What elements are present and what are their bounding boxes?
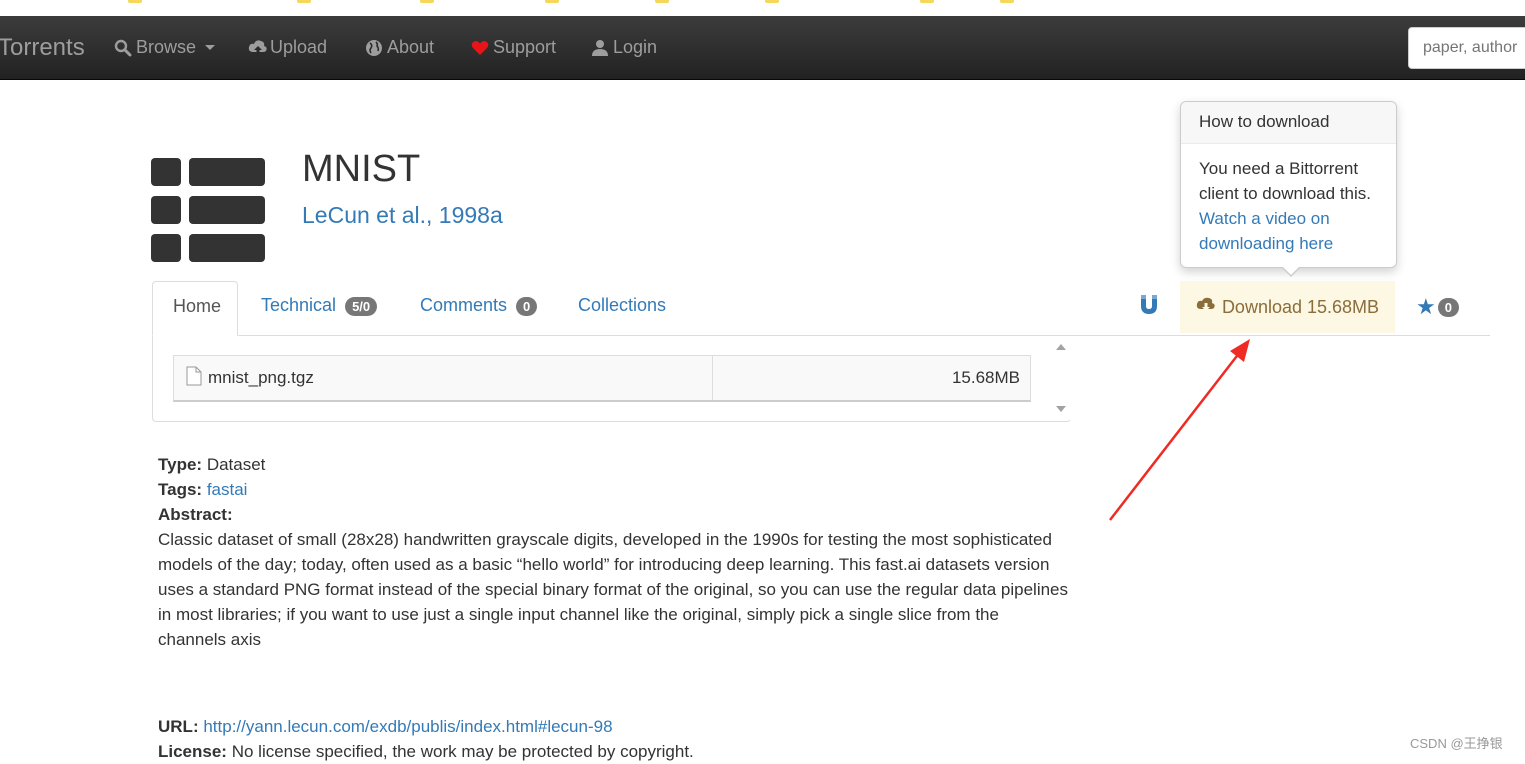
heart-icon [471, 39, 489, 57]
nav-browse[interactable]: Browse [114, 37, 216, 58]
navbar: Torrents Browse Upload About Support Log… [0, 16, 1525, 80]
bookmark-icon[interactable] [420, 0, 434, 3]
abstract-row: Abstract: [158, 502, 1068, 527]
nav-about[interactable]: About [365, 37, 434, 58]
tab-collections-label: Collections [578, 295, 667, 315]
nav-browse-label: Browse [136, 37, 197, 57]
license-value: No license specified, the work may be pr… [231, 742, 694, 761]
tab-collections[interactable]: Collections [558, 281, 686, 336]
download-popover: How to download You need a Bittorrent cl… [1180, 101, 1397, 277]
table-row[interactable]: mnist_png.tgz 15.68MB [173, 355, 1031, 402]
tags-label: Tags: [158, 480, 203, 499]
watermark: CSDN @王挣银 [1410, 736, 1503, 751]
bookmarks-strip [0, 0, 1525, 16]
bookmark-icon[interactable] [1000, 0, 1014, 3]
tab-technical-badge: 5/0 [345, 296, 378, 316]
star-icon: ★ [1416, 294, 1436, 319]
tab-comments-label: Comments [420, 295, 508, 315]
type-value: Dataset [206, 455, 266, 474]
cloud-download-icon [1196, 297, 1216, 318]
bookmark-icon[interactable] [297, 0, 311, 3]
nav-support-label: Support [493, 37, 557, 57]
license-label: License: [158, 742, 227, 761]
page-title: MNIST [302, 148, 421, 190]
bookmark-icon[interactable] [655, 0, 669, 3]
url-link[interactable]: http://yann.lecun.com/exdb/publis/index.… [203, 717, 612, 736]
tab-home[interactable]: Home [152, 281, 238, 336]
tab-comments-badge: 0 [516, 296, 538, 316]
file-name[interactable]: mnist_png.tgz [208, 368, 314, 388]
globe-icon [365, 39, 383, 57]
tag-link[interactable]: fastai [207, 480, 248, 499]
tags-row: Tags: fastai [158, 477, 1068, 502]
popover-arrow [1281, 266, 1301, 277]
nav-upload[interactable]: Upload [248, 37, 327, 58]
magnet-icon[interactable] [1139, 294, 1159, 316]
popover-title: How to download [1181, 102, 1396, 144]
bookmark-icon[interactable] [128, 0, 142, 3]
download-button-label: Download 15.68MB [1221, 296, 1380, 317]
user-icon [591, 39, 609, 57]
scroll-up-icon[interactable] [1056, 344, 1066, 350]
nav-support[interactable]: Support [471, 37, 556, 58]
search-icon [114, 39, 132, 57]
chevron-down-icon [205, 45, 216, 50]
file-icon [186, 366, 202, 391]
file-size: 15.68MB [951, 368, 1020, 387]
abstract-label: Abstract: [158, 505, 233, 524]
popover-text: You need a Bittorrent client to download… [1199, 159, 1371, 203]
tab-home-label: Home [173, 296, 222, 316]
url-row: URL: http://yann.lecun.com/exdb/publis/i… [158, 714, 613, 739]
tab-technical[interactable]: Technical 5/0 [241, 281, 397, 336]
file-list-panel: mnist_png.tgz 15.68MB [152, 336, 1071, 422]
download-button[interactable]: Download 15.68MB [1180, 281, 1395, 333]
bookmark-icon[interactable] [545, 0, 559, 3]
search-input[interactable] [1408, 27, 1525, 69]
author-link[interactable]: LeCun et al., 1998a [302, 202, 503, 229]
nav-login[interactable]: Login [591, 37, 657, 58]
nav-upload-label: Upload [270, 37, 328, 57]
bookmark-icon[interactable] [765, 0, 779, 3]
nav-about-label: About [387, 37, 435, 57]
star-count-badge: 0 [1437, 297, 1459, 317]
dataset-details: Type: Dataset Tags: fastai Abstract: Cla… [158, 452, 1068, 652]
type-label: Type: [158, 455, 203, 474]
dataset-logo-icon [151, 156, 267, 264]
file-list-scrollbar[interactable] [1051, 336, 1071, 420]
file-name-cell: mnist_png.tgz [174, 356, 713, 400]
license-row: License: No license specified, the work … [158, 739, 694, 764]
nav-login-label: Login [613, 37, 658, 57]
type-row: Type: Dataset [158, 452, 1068, 477]
bookmark-icon[interactable] [920, 0, 934, 3]
url-label: URL: [158, 717, 199, 736]
scroll-down-icon[interactable] [1056, 406, 1066, 412]
popover-body: You need a Bittorrent client to download… [1181, 144, 1396, 268]
brand-link[interactable]: Torrents [0, 34, 85, 62]
file-size-cell: 15.68MB [713, 356, 1030, 400]
tab-comments[interactable]: Comments 0 [400, 281, 557, 336]
favorite-button[interactable]: ★ 0 [1416, 294, 1459, 320]
popover-video-link[interactable]: Watch a video on downloading here [1199, 209, 1333, 253]
abstract-text: Classic dataset of small (28x28) handwri… [158, 530, 1069, 649]
cloud-upload-icon [248, 39, 267, 57]
tab-technical-label: Technical [261, 295, 337, 315]
